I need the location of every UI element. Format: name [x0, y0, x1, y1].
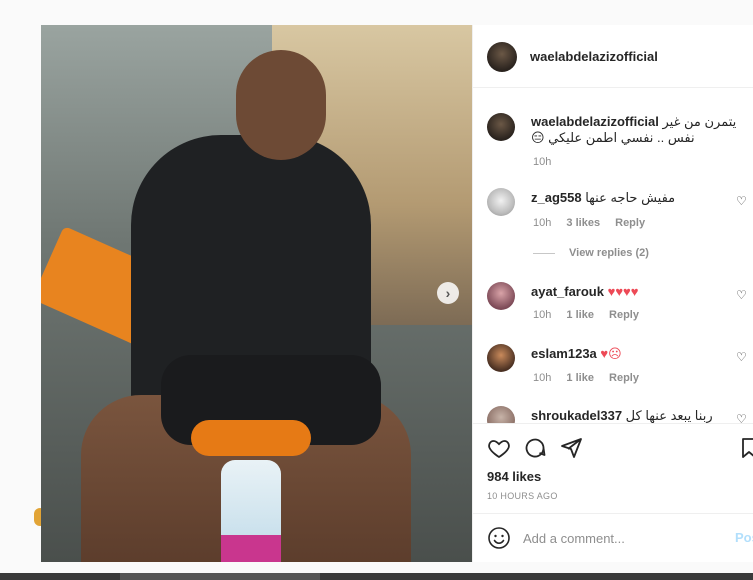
add-comment-bar: Post [473, 513, 753, 563]
taskbar-strip [0, 573, 753, 580]
post-header: waelabdelazizofficial [473, 25, 753, 88]
commenter-avatar[interactable] [487, 344, 515, 372]
likes-count[interactable]: 984 likes [487, 469, 541, 484]
author-avatar[interactable] [487, 113, 515, 141]
comment-bubble-icon[interactable] [523, 436, 547, 460]
reply-button[interactable]: Reply [609, 372, 639, 384]
caption-meta: 10h [533, 156, 563, 168]
taskbar-segment [120, 573, 320, 580]
commenter-avatar[interactable] [487, 282, 515, 310]
comment-time[interactable]: 10h [533, 217, 551, 229]
caption-username[interactable]: waelabdelazizofficial [531, 114, 659, 129]
add-comment-input[interactable] [523, 528, 723, 548]
heart-icon[interactable]: ♡ [736, 413, 747, 423]
comment-meta: 10h 1 like Reply [533, 309, 651, 321]
chevron-right-icon: › [445, 285, 451, 301]
comment-likes[interactable]: 1 like [566, 309, 594, 321]
heart-icon[interactable]: ♡ [736, 351, 747, 363]
emoji-smile-icon[interactable] [487, 526, 511, 550]
comment-item: shroukadel337 ربنا يبعد عنها كل ♡ [473, 403, 753, 423]
view-replies-label: View replies (2) [569, 247, 649, 259]
caption-text-line1: يتمرن من غير [662, 114, 737, 129]
reply-button[interactable]: Reply [609, 309, 639, 321]
photo-bench-seat [191, 420, 311, 456]
photo-bottle-label [221, 535, 281, 562]
commenter-avatar[interactable] [487, 188, 515, 216]
comment-likes[interactable]: 1 like [566, 372, 594, 384]
post-comment-button[interactable]: Post [735, 530, 753, 545]
caption-time[interactable]: 10h [533, 156, 551, 168]
comment-likes[interactable]: 3 likes [566, 217, 600, 229]
heart-icon[interactable] [487, 436, 511, 460]
page-margin [0, 0, 41, 580]
commenter-avatar[interactable] [487, 406, 515, 423]
post-side-panel: waelabdelazizofficial waelabdelazizoffic… [472, 25, 753, 562]
view-replies-button[interactable]: View replies (2) [533, 247, 649, 259]
heart-icon[interactable]: ♡ [736, 195, 747, 207]
comment-text: ♥♥♥♥ [607, 284, 639, 299]
caption-text-line2: نفس .. نفسي اطمن عليكي 😑 [531, 130, 695, 145]
comment-time[interactable]: 10h [533, 372, 551, 384]
comment-text: ربنا يبعد عنها كل [625, 408, 713, 423]
post-timestamp[interactable]: 10 HOURS AGO [487, 491, 558, 501]
replies-divider [533, 252, 555, 254]
comment-meta: 10h 1 like Reply [533, 372, 651, 384]
paper-plane-icon[interactable] [559, 436, 583, 460]
comment-username[interactable]: shroukadel337 [531, 408, 622, 423]
comment-username[interactable]: ayat_farouk [531, 284, 604, 299]
comment-text: مفيش حاجه عنها [585, 190, 676, 205]
comment-time[interactable]: 10h [533, 309, 551, 321]
post-photo[interactable]: › [41, 25, 472, 562]
comment-meta: 10h 3 likes Reply [533, 217, 657, 229]
heart-icon[interactable]: ♡ [736, 289, 747, 301]
bookmark-icon[interactable] [737, 436, 753, 460]
reply-button[interactable]: Reply [615, 217, 645, 229]
comment-text: ♥☹ [600, 346, 622, 361]
comment-username[interactable]: eslam123a [531, 346, 597, 361]
author-avatar[interactable] [487, 42, 517, 72]
next-photo-button[interactable]: › [437, 282, 459, 304]
author-username[interactable]: waelabdelazizofficial [530, 49, 658, 64]
comment-username[interactable]: z_ag558 [531, 190, 582, 205]
photo-person-head [236, 50, 326, 160]
